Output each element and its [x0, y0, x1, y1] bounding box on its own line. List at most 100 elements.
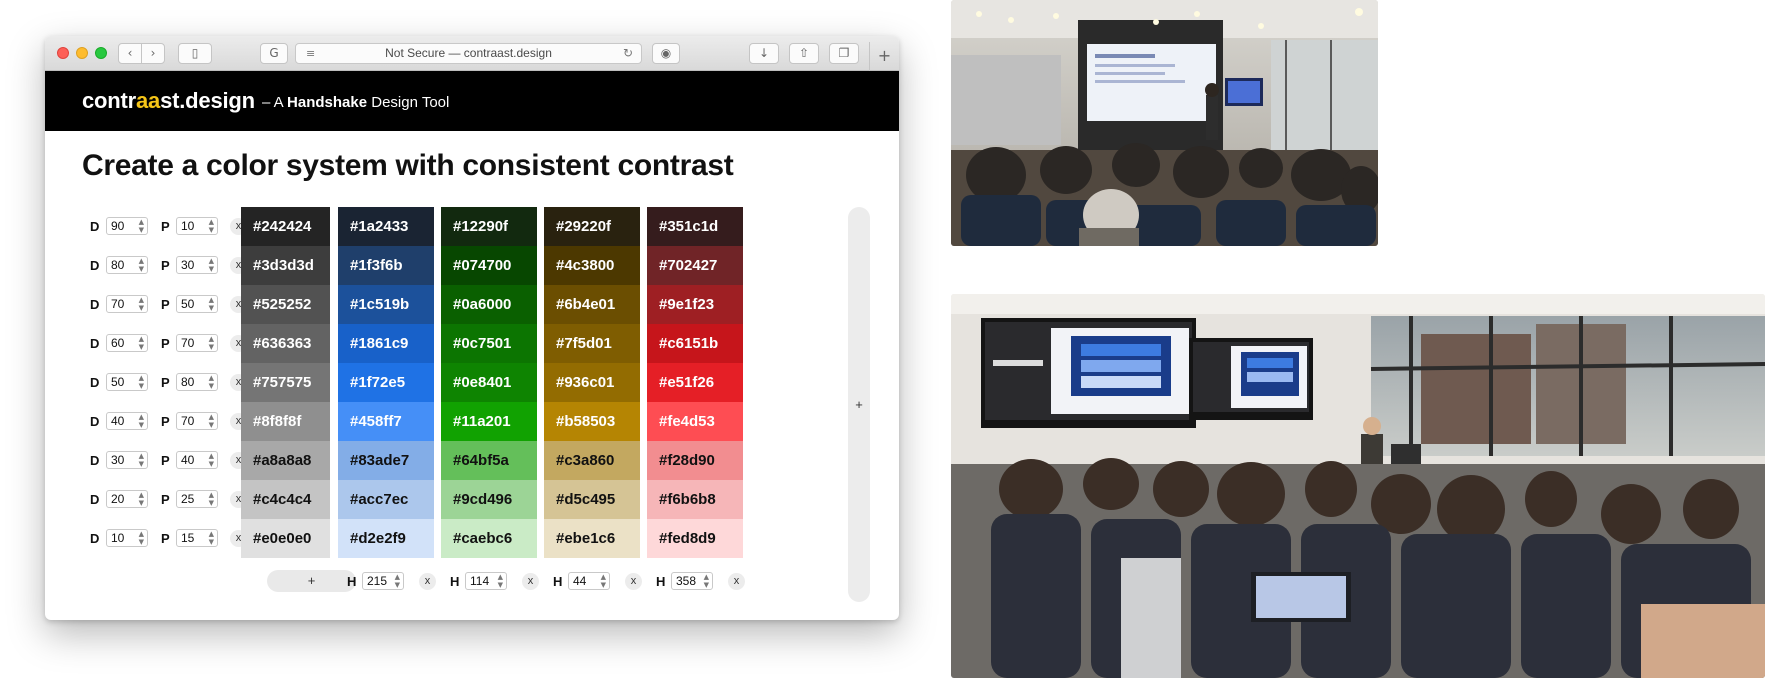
- stepper-icon[interactable]: ▲ ▼: [209, 491, 214, 507]
- stepper-icon[interactable]: ▲ ▼: [139, 491, 144, 507]
- hue-input[interactable]: 358 ▲ ▼: [671, 572, 713, 590]
- address-bar[interactable]: ≡ Not Secure — contraast.design ↻: [295, 43, 642, 64]
- color-swatch[interactable]: #4c3800: [544, 246, 640, 285]
- pop-input[interactable]: 70 ▲ ▼: [176, 334, 218, 352]
- color-swatch[interactable]: #1f72e5: [338, 363, 434, 402]
- color-swatch[interactable]: #acc7ec: [338, 480, 434, 519]
- share-icon[interactable]: ⇧: [789, 43, 819, 64]
- stepper-icon[interactable]: ▲ ▼: [209, 530, 214, 546]
- color-swatch[interactable]: #0c7501: [441, 324, 537, 363]
- color-swatch[interactable]: #a8a8a8: [241, 441, 330, 480]
- pop-input[interactable]: 25 ▲ ▼: [176, 490, 218, 508]
- reload-icon[interactable]: ↻: [623, 44, 633, 63]
- download-icon[interactable]: ↓: [749, 43, 779, 64]
- color-swatch[interactable]: #757575: [241, 363, 330, 402]
- hue-input[interactable]: 114 ▲ ▼: [465, 572, 507, 590]
- stepper-icon[interactable]: ▲ ▼: [139, 335, 144, 351]
- color-swatch[interactable]: #b58503: [544, 402, 640, 441]
- darkness-input[interactable]: 60 ▲ ▼: [106, 334, 148, 352]
- color-swatch[interactable]: #caebc6: [441, 519, 537, 558]
- color-swatch[interactable]: #1c519b: [338, 285, 434, 324]
- forward-arrow-icon[interactable]: ›: [141, 43, 165, 64]
- stepper-icon[interactable]: ▲ ▼: [139, 374, 144, 390]
- color-swatch[interactable]: #fe4d53: [647, 402, 743, 441]
- stepper-icon[interactable]: ▲ ▼: [209, 257, 214, 273]
- stepper-icon[interactable]: ▲ ▼: [139, 413, 144, 429]
- color-swatch[interactable]: #1a2433: [338, 207, 434, 246]
- color-swatch[interactable]: #936c01: [544, 363, 640, 402]
- color-swatch[interactable]: #c4c4c4: [241, 480, 330, 519]
- pop-input[interactable]: 30 ▲ ▼: [176, 256, 218, 274]
- color-swatch[interactable]: #458ff7: [338, 402, 434, 441]
- stepper-icon[interactable]: ▲ ▼: [209, 413, 214, 429]
- stepper-icon[interactable]: ▲ ▼: [139, 452, 144, 468]
- darkness-input[interactable]: 80 ▲ ▼: [106, 256, 148, 274]
- logo[interactable]: contraast.design: [82, 88, 255, 114]
- color-swatch[interactable]: #242424: [241, 207, 330, 246]
- back-arrow-icon[interactable]: ‹: [118, 43, 142, 64]
- stepper-icon[interactable]: ▲ ▼: [139, 296, 144, 312]
- stepper-icon[interactable]: ▲ ▼: [209, 218, 214, 234]
- darkness-input[interactable]: 90 ▲ ▼: [106, 217, 148, 235]
- color-swatch[interactable]: #fed8d9: [647, 519, 743, 558]
- color-swatch[interactable]: #c6151b: [647, 324, 743, 363]
- pop-input[interactable]: 10 ▲ ▼: [176, 217, 218, 235]
- color-swatch[interactable]: #9cd496: [441, 480, 537, 519]
- stepper-icon[interactable]: ▲ ▼: [209, 374, 214, 390]
- sidebar-icon[interactable]: ▯: [178, 43, 212, 64]
- minimize-window-button[interactable]: [76, 47, 88, 59]
- stepper-icon[interactable]: ▲ ▼: [139, 218, 144, 234]
- darkness-input[interactable]: 10 ▲ ▼: [106, 529, 148, 547]
- color-swatch[interactable]: #12290f: [441, 207, 537, 246]
- zoom-window-button[interactable]: [95, 47, 107, 59]
- darkness-input[interactable]: 30 ▲ ▼: [106, 451, 148, 469]
- stepper-icon[interactable]: ▲ ▼: [704, 573, 709, 589]
- darkness-input[interactable]: 40 ▲ ▼: [106, 412, 148, 430]
- stepper-icon[interactable]: ▲ ▼: [395, 573, 400, 589]
- color-swatch[interactable]: #83ade7: [338, 441, 434, 480]
- color-swatch[interactable]: #e51f26: [647, 363, 743, 402]
- color-swatch[interactable]: #64bf5a: [441, 441, 537, 480]
- grammarly-icon[interactable]: G: [260, 43, 288, 64]
- tabs-icon[interactable]: ❐: [829, 43, 859, 64]
- color-swatch[interactable]: #c3a860: [544, 441, 640, 480]
- color-swatch[interactable]: #ebe1c6: [544, 519, 640, 558]
- color-swatch[interactable]: #702427: [647, 246, 743, 285]
- color-swatch[interactable]: #636363: [241, 324, 330, 363]
- color-swatch[interactable]: #f28d90: [647, 441, 743, 480]
- color-swatch[interactable]: #8f8f8f: [241, 402, 330, 441]
- color-swatch[interactable]: #7f5d01: [544, 324, 640, 363]
- color-swatch[interactable]: #3d3d3d: [241, 246, 330, 285]
- remove-column-button[interactable]: x: [522, 573, 539, 590]
- pop-input[interactable]: 40 ▲ ▼: [176, 451, 218, 469]
- color-swatch[interactable]: #6b4e01: [544, 285, 640, 324]
- color-swatch[interactable]: #351c1d: [647, 207, 743, 246]
- color-swatch[interactable]: #1f3f6b: [338, 246, 434, 285]
- pop-input[interactable]: 70 ▲ ▼: [176, 412, 218, 430]
- stepper-icon[interactable]: ▲ ▼: [601, 573, 606, 589]
- stepper-icon[interactable]: ▲ ▼: [209, 296, 214, 312]
- remove-column-button[interactable]: x: [419, 573, 436, 590]
- remove-column-button[interactable]: x: [728, 573, 745, 590]
- privacy-icon[interactable]: ◉: [652, 43, 680, 64]
- add-column-button[interactable]: +: [848, 207, 870, 602]
- stepper-icon[interactable]: ▲ ▼: [209, 452, 214, 468]
- hue-input[interactable]: 215 ▲ ▼: [362, 572, 404, 590]
- color-swatch[interactable]: #11a201: [441, 402, 537, 441]
- color-swatch[interactable]: #0e8401: [441, 363, 537, 402]
- color-swatch[interactable]: #074700: [441, 246, 537, 285]
- color-swatch[interactable]: #1861c9: [338, 324, 434, 363]
- pop-input[interactable]: 15 ▲ ▼: [176, 529, 218, 547]
- pop-input[interactable]: 80 ▲ ▼: [176, 373, 218, 391]
- color-swatch[interactable]: #9e1f23: [647, 285, 743, 324]
- new-tab-icon[interactable]: +: [869, 42, 899, 71]
- remove-column-button[interactable]: x: [625, 573, 642, 590]
- pop-input[interactable]: 50 ▲ ▼: [176, 295, 218, 313]
- darkness-input[interactable]: 50 ▲ ▼: [106, 373, 148, 391]
- color-swatch[interactable]: #29220f: [544, 207, 640, 246]
- stepper-icon[interactable]: ▲ ▼: [139, 530, 144, 546]
- hue-input[interactable]: 44 ▲ ▼: [568, 572, 610, 590]
- color-swatch[interactable]: #d2e2f9: [338, 519, 434, 558]
- darkness-input[interactable]: 20 ▲ ▼: [106, 490, 148, 508]
- darkness-input[interactable]: 70 ▲ ▼: [106, 295, 148, 313]
